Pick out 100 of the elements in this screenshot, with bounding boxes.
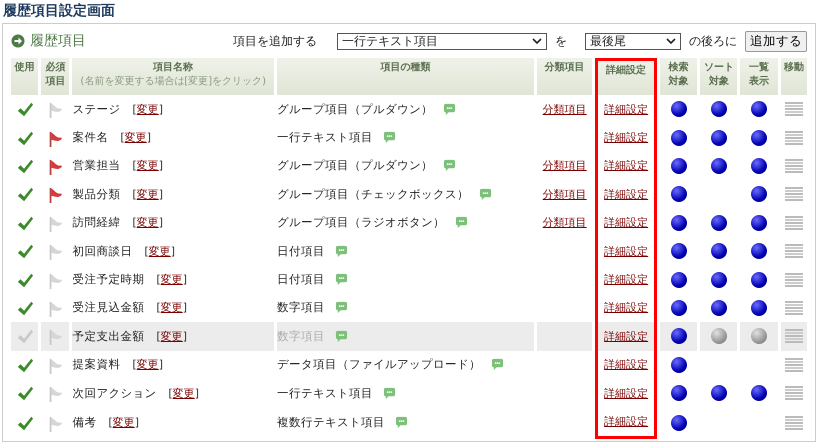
comment-icon[interactable] xyxy=(382,386,396,400)
toggle-dot[interactable] xyxy=(670,243,687,260)
detail-link[interactable]: 詳細設定 xyxy=(604,358,648,372)
add-button[interactable]: 追加する xyxy=(745,30,807,52)
item-type: 数字項目 xyxy=(276,300,325,316)
toggle-dot[interactable] xyxy=(751,385,768,402)
detail-link[interactable]: 詳細設定 xyxy=(604,386,648,400)
item-name: 次回アクション xyxy=(72,386,156,401)
toggle-dot[interactable] xyxy=(710,158,727,174)
rename-link[interactable]: [変更] xyxy=(156,328,188,344)
toggle-dot[interactable] xyxy=(710,214,727,231)
flag-icon[interactable] xyxy=(47,186,64,204)
toggle-dot[interactable] xyxy=(710,243,727,260)
check-icon[interactable] xyxy=(16,356,34,375)
toggle-dot[interactable] xyxy=(710,101,727,118)
position-select[interactable]: 最後尾 xyxy=(585,32,681,50)
drag-handle-icon[interactable] xyxy=(784,358,803,372)
comment-icon[interactable] xyxy=(334,301,348,314)
check-icon[interactable] xyxy=(16,214,34,233)
comment-icon[interactable] xyxy=(382,131,396,144)
toggle-dot[interactable] xyxy=(710,385,727,402)
toggle-dot[interactable] xyxy=(710,130,727,146)
detail-link[interactable]: 詳細設定 xyxy=(604,273,648,286)
category-link[interactable]: 分類項目 xyxy=(542,102,587,116)
detail-link[interactable]: 詳細設定 xyxy=(604,216,648,230)
category-link[interactable]: 分類項目 xyxy=(542,188,587,201)
toggle-dot[interactable] xyxy=(670,130,687,146)
comment-icon[interactable] xyxy=(490,358,504,372)
detail-link[interactable]: 詳細設定 xyxy=(604,159,648,172)
drag-handle-icon[interactable] xyxy=(784,187,803,202)
drag-handle-icon[interactable] xyxy=(784,300,803,315)
rename-link[interactable]: [変更] xyxy=(156,272,188,288)
check-icon[interactable] xyxy=(16,272,34,290)
drag-handle-icon[interactable] xyxy=(784,272,803,287)
arrow-circle-icon xyxy=(11,34,25,48)
rename-link[interactable]: [変更] xyxy=(120,130,152,146)
toggle-dot[interactable] xyxy=(670,300,687,316)
comment-icon[interactable] xyxy=(394,416,408,430)
toggle-dot[interactable] xyxy=(670,414,687,431)
toggle-dot[interactable] xyxy=(710,272,727,288)
drag-handle-icon[interactable] xyxy=(784,216,803,230)
rename-link[interactable]: [変更] xyxy=(132,215,164,230)
toggle-dot[interactable] xyxy=(670,158,687,174)
rename-link[interactable]: [変更] xyxy=(108,415,140,430)
detail-link[interactable]: 詳細設定 xyxy=(604,301,648,314)
drag-handle-icon[interactable] xyxy=(784,158,803,173)
flag-icon[interactable] xyxy=(47,130,64,148)
toggle-dot[interactable] xyxy=(670,328,687,344)
comment-icon[interactable] xyxy=(478,188,492,201)
drag-handle-icon[interactable] xyxy=(784,386,803,400)
item-type: グループ項目（プルダウン） xyxy=(276,158,433,174)
toggle-dot[interactable] xyxy=(751,130,768,146)
toggle-dot[interactable] xyxy=(670,214,687,231)
rename-link[interactable]: [変更] xyxy=(132,102,164,117)
type-select[interactable]: 一行テキスト項目 xyxy=(337,32,547,50)
rename-link[interactable]: [変更] xyxy=(156,300,188,316)
rename-link[interactable]: [変更] xyxy=(132,186,164,202)
comment-icon[interactable] xyxy=(442,102,456,116)
comment-icon[interactable] xyxy=(334,273,348,286)
comment-icon[interactable] xyxy=(442,159,456,172)
comment-icon[interactable] xyxy=(334,244,348,258)
toggle-dot[interactable] xyxy=(751,214,768,231)
detail-link[interactable]: 詳細設定 xyxy=(604,244,648,258)
rename-link[interactable]: [変更] xyxy=(168,386,200,401)
column-header: 使用 xyxy=(11,58,38,95)
toggle-dot[interactable] xyxy=(670,101,687,118)
toggle-dot[interactable] xyxy=(751,300,768,316)
toggle-dot[interactable] xyxy=(751,101,768,118)
check-icon[interactable] xyxy=(16,300,34,318)
detail-link[interactable]: 詳細設定 xyxy=(604,102,648,116)
toggle-dot[interactable] xyxy=(670,385,687,402)
drag-handle-icon[interactable] xyxy=(784,416,803,430)
column-header: 項目の種類 xyxy=(276,58,534,95)
toggle-dot[interactable] xyxy=(751,243,768,260)
toggle-dot[interactable] xyxy=(670,272,687,288)
column-header: 必須項目 xyxy=(41,58,70,95)
drag-handle-icon[interactable] xyxy=(784,102,803,116)
check-icon[interactable] xyxy=(16,414,34,433)
detail-link[interactable]: 詳細設定 xyxy=(604,131,648,144)
toggle-dot[interactable] xyxy=(751,158,768,174)
category-link[interactable]: 分類項目 xyxy=(542,216,587,230)
rename-link[interactable]: [変更] xyxy=(132,158,164,174)
drag-handle-icon[interactable] xyxy=(784,130,803,145)
flag-icon[interactable] xyxy=(47,158,64,176)
detail-link[interactable]: 詳細設定 xyxy=(604,188,648,201)
category-link[interactable]: 分類項目 xyxy=(542,159,587,172)
drag-handle-icon[interactable] xyxy=(784,329,803,344)
item-type: 一行テキスト項目 xyxy=(276,386,373,401)
drag-handle-icon[interactable] xyxy=(784,244,803,258)
toggle-dot[interactable] xyxy=(710,300,727,316)
toggle-dot[interactable] xyxy=(751,272,768,288)
rename-link[interactable]: [変更] xyxy=(132,357,164,372)
check-icon[interactable] xyxy=(16,130,34,148)
toggle-dot[interactable] xyxy=(751,186,768,202)
check-icon[interactable] xyxy=(16,158,34,176)
column-header: 分類項目 xyxy=(536,58,592,95)
comment-icon[interactable] xyxy=(454,216,468,230)
rename-link[interactable]: [変更] xyxy=(144,244,176,259)
toggle-dot[interactable] xyxy=(670,356,687,373)
toggle-dot[interactable] xyxy=(670,186,687,202)
